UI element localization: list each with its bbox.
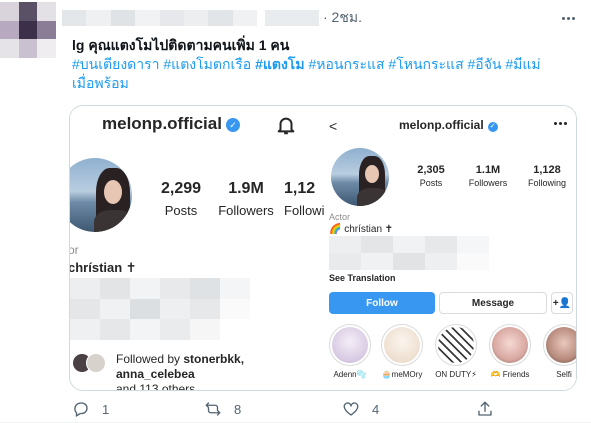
bell-icon (277, 117, 295, 135)
stat-label: Following (527, 178, 567, 188)
follow-button[interactable]: Follow (329, 292, 435, 314)
ig-display-name: 🌈 chrístian ✝ (329, 224, 394, 235)
ig-category: or (70, 243, 79, 257)
verified-badge-icon: ✓ (487, 122, 498, 132)
story-highlight[interactable]: Adenn🫧 (327, 324, 373, 379)
stat-number: 1.9M (228, 180, 264, 197)
hashtag[interactable]: #บนเตียงดารา (72, 56, 160, 72)
ig-username-text: melonp.official (102, 114, 222, 133)
blurred-author-handle[interactable] (265, 10, 319, 26)
ig-stat-following: 1,128 Following (521, 164, 573, 188)
retweet-button[interactable]: 8 (204, 400, 241, 418)
highlight-caption: 🫶 Friends (490, 370, 530, 379)
tweet-actions: 1 8 4 (72, 400, 572, 422)
ig-profile-picture (331, 148, 389, 206)
see-translation-link[interactable]: See Translation (329, 273, 396, 283)
more-horizontal-icon (554, 122, 568, 126)
reply-button[interactable]: 1 (72, 400, 109, 418)
heart-icon (343, 402, 359, 416)
instagram-screenshot-right[interactable]: < melonp.official ✓ 2,305 Posts 1.1M Foll… (327, 106, 576, 390)
add-user-icon[interactable]: +👤 (551, 292, 573, 314)
hashtag[interactable]: #โหนกระแส (388, 56, 463, 72)
tweet-lead-text: lg คุณแตงโมไปติดตามคนเพิ่ม 1 คน (72, 37, 290, 53)
hashtag[interactable]: #แตงโมตกเรือ (163, 56, 251, 72)
blurred-author-name[interactable] (62, 10, 257, 26)
hashtag[interactable]: #อีจัน (468, 56, 502, 72)
retweet-count: 8 (234, 401, 242, 417)
ig-profile-picture (70, 158, 132, 232)
ig-stat-following: 1,12 Followi (284, 180, 325, 218)
ig-category: Actor (329, 212, 351, 222)
ig-stat-posts: 2,299 Posts (156, 180, 206, 218)
retweet-icon (205, 402, 221, 416)
hashtag[interactable]: #หอนกระแส (308, 56, 384, 72)
stat-label: Followers (218, 203, 274, 218)
ig-username: melonp.official ✓ (399, 118, 498, 132)
followed-suffix: and 113 others (116, 382, 196, 391)
stat-label: Posts (419, 178, 443, 188)
hashtag-line-1: #บนเตียงดารา #แตงโมตกเรือ #แตงโม #หอนกระ… (72, 55, 582, 74)
ig-username: melonp.official ✓ (102, 114, 240, 134)
instagram-screenshot-left[interactable]: melonp.official ✓ 2,299 Posts 1.9M Follow… (70, 106, 325, 391)
ig-stat-followers: 1.9M Followers (213, 180, 279, 218)
ig-username-text: melonp.official (399, 118, 484, 132)
avatar[interactable] (0, 2, 56, 58)
stat-label: Posts (164, 203, 198, 218)
back-arrow-icon: < (329, 118, 338, 134)
blurred-bio (70, 278, 250, 340)
hashtag[interactable]: เมื่อพร้อม (72, 75, 129, 91)
tweet-timestamp[interactable]: · 2ชม. (323, 7, 362, 29)
follower-avatar (86, 353, 106, 373)
stat-number: 1.1M (475, 164, 501, 176)
tweet: · 2ชม. lg คุณแตงโมไปติดตามคนเพิ่ม 1 คน #… (0, 0, 591, 423)
hashtag[interactable]: #แตงโม (255, 56, 305, 72)
hashtag[interactable]: #มีแม่ (505, 56, 540, 72)
story-highlight[interactable]: 🧁meMOry (379, 324, 425, 379)
more-horizontal-icon[interactable] (559, 10, 577, 26)
highlight-caption: Adenn🫧 (333, 370, 367, 379)
tweet-media[interactable]: melonp.official ✓ 2,299 Posts 1.9M Follow… (69, 105, 577, 391)
tweet-text: lg คุณแตงโมไปติดตามคนเพิ่ม 1 คน #บนเตียง… (72, 36, 582, 93)
ig-stat-followers: 1.1M Followers (463, 164, 513, 188)
stat-label: Followers (468, 178, 508, 188)
share-icon (478, 401, 492, 416)
ig-followed-by: Followed by stonerbkk, anna_celebea and … (116, 352, 325, 391)
ig-display-name: chrístian ✝ (70, 260, 137, 275)
story-highlight[interactable]: ON DUTY⚡ (433, 324, 479, 379)
stat-number: 1,128 (533, 164, 561, 176)
ig-stat-posts: 2,305 Posts (409, 164, 453, 188)
highlight-cover (329, 324, 371, 366)
message-button[interactable]: Message (439, 292, 547, 314)
hashtag-line-2: เมื่อพร้อม (72, 74, 582, 93)
highlight-cover (489, 324, 531, 366)
highlight-caption: Selfi (556, 370, 572, 379)
verified-badge-icon: ✓ (225, 118, 240, 132)
highlight-caption: 🧁meMOry (381, 370, 423, 379)
stat-number: 1,12 (284, 180, 316, 197)
like-count: 4 (372, 401, 380, 417)
blurred-bio (329, 236, 489, 270)
reply-icon (74, 402, 88, 417)
stat-label: Followi (284, 203, 325, 218)
tweet-header: · 2ชม. (62, 9, 362, 27)
story-highlight[interactable]: Selfi (541, 324, 576, 379)
reply-count: 1 (102, 401, 110, 417)
story-highlight[interactable]: 🫶 Friends (487, 324, 533, 379)
highlight-cover (381, 324, 423, 366)
like-button[interactable]: 4 (342, 400, 379, 418)
highlight-cover (435, 324, 477, 366)
highlight-cover (543, 324, 576, 366)
followed-prefix: Followed by (116, 352, 184, 366)
stat-number: 2,305 (417, 164, 445, 176)
stat-number: 2,299 (160, 180, 202, 197)
highlight-caption: ON DUTY⚡ (435, 370, 477, 379)
share-button[interactable] (476, 400, 494, 418)
